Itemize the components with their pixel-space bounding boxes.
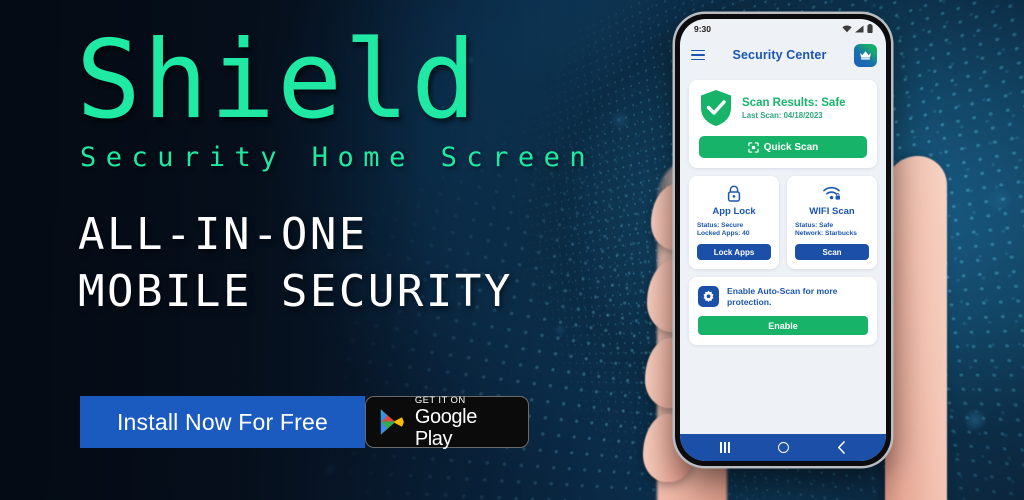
home-circle-icon[interactable]	[777, 442, 789, 453]
app-lock-status: Status: Secure	[697, 222, 744, 229]
crown-icon	[860, 51, 871, 60]
auto-scan-promo-text: Enable Auto-Scan for more protection.	[727, 286, 838, 307]
scan-results-title: Scan Results: Safe	[742, 96, 846, 109]
google-play-logo-icon	[380, 409, 404, 435]
auto-scan-icon-wrap	[698, 286, 719, 307]
app-bar: Security Center	[680, 38, 886, 72]
battery-icon	[867, 24, 873, 33]
marketing-copy: Shield Security Home Screen ALL-IN-ONE M…	[0, 0, 640, 500]
wifi-lock-icon	[823, 186, 840, 200]
app-lock-count: Locked Apps: 40	[697, 230, 750, 237]
play-badge-store-name: Google Play	[414, 405, 477, 450]
lock-icon	[727, 185, 741, 202]
app-lock-icon-wrap	[727, 184, 741, 203]
app-lock-card: App Lock Status: Secure Locked Apps: 40 …	[689, 176, 779, 269]
brand-subtitle: Security Home Screen	[80, 142, 596, 173]
wifi-scan-button[interactable]: Scan	[795, 244, 869, 260]
auto-scan-promo-card: Enable Auto-Scan for more protection. En…	[689, 277, 877, 345]
wifi-scan-card: WIFI Scan Status: Safe Network: Starbuck…	[787, 176, 877, 269]
quick-scan-label: Quick Scan	[763, 141, 819, 153]
google-play-badge[interactable]: GET IT ON Google Play	[365, 395, 529, 450]
android-nav-bar	[680, 434, 886, 461]
hamburger-menu-icon[interactable]	[691, 49, 705, 61]
scan-results-card: Scan Results: Safe Last Scan: 04/18/2023	[689, 80, 877, 168]
scan-frame-icon	[748, 141, 759, 153]
status-bar-time: 9:30	[694, 23, 712, 34]
back-chevron-icon[interactable]	[837, 441, 846, 454]
premium-crown-button[interactable]	[854, 43, 877, 67]
headline-line-1: ALL-IN-ONE	[78, 209, 368, 260]
wifi-scan-status-lines: Status: Safe Network: Starbucks	[795, 222, 869, 237]
headline: ALL-IN-ONE MOBILE SECURITY	[78, 206, 513, 320]
play-badge-get-it-on: GET IT ON	[414, 394, 466, 406]
last-scan-date: Last Scan: 04/18/2023	[742, 110, 823, 120]
scan-results-summary: Scan Results: Safe Last Scan: 04/18/2023	[699, 89, 867, 127]
brand-title: Shield	[76, 18, 479, 143]
status-bar-icons	[842, 24, 873, 33]
wifi-scan-status: Status: Safe	[795, 222, 834, 229]
quick-scan-button[interactable]: Quick Scan	[699, 136, 867, 158]
app-lock-title: App Lock	[712, 206, 756, 217]
feature-card-row: App Lock Status: Secure Locked Apps: 40 …	[689, 176, 877, 269]
cta-row: Install Now For Free GET IT ON Google Pl…	[80, 395, 529, 450]
wifi-scan-network: Network: Starbucks	[795, 230, 857, 237]
wifi-scan-icon-wrap	[823, 184, 841, 203]
phone-screen: 9:30 Security Center Scan Results: Safe …	[680, 19, 886, 461]
phone-mockup: 9:30 Security Center Scan Results: Safe …	[643, 8, 947, 500]
scan-results-texts: Scan Results: Safe Last Scan: 04/18/2023	[742, 97, 846, 120]
app-lock-status-lines: Status: Secure Locked Apps: 40	[697, 222, 771, 237]
signal-icon	[855, 25, 864, 32]
recents-icon[interactable]	[720, 442, 730, 453]
screen-content: Scan Results: Safe Last Scan: 04/18/2023	[680, 72, 886, 434]
gear-icon	[703, 290, 714, 303]
headline-line-2: MOBILE SECURITY	[78, 266, 513, 317]
wifi-scan-title: WIFI Scan	[809, 206, 855, 217]
wifi-icon	[842, 25, 852, 32]
phone-device: 9:30 Security Center Scan Results: Safe …	[675, 14, 891, 466]
page-title: Security Center	[732, 48, 827, 62]
status-bar: 9:30	[680, 19, 886, 38]
install-now-button[interactable]: Install Now For Free	[80, 396, 365, 448]
enable-auto-scan-button[interactable]: Enable	[698, 316, 868, 335]
lock-apps-button[interactable]: Lock Apps	[697, 244, 771, 260]
shield-check-icon	[701, 90, 731, 126]
auto-scan-promo-top: Enable Auto-Scan for more protection.	[698, 286, 868, 308]
google-play-text: GET IT ON Google Play	[415, 395, 515, 450]
promo-banner: Shield Security Home Screen ALL-IN-ONE M…	[0, 0, 1024, 500]
